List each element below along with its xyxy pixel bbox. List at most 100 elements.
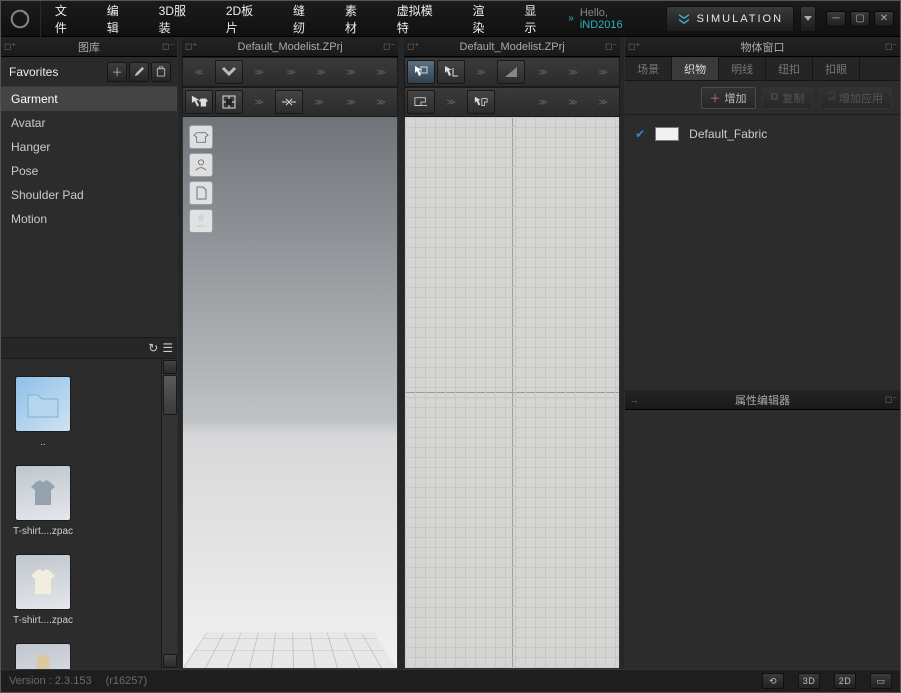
library-popout-icon[interactable]: ◻⁺ <box>1 41 19 52</box>
thumb-folder-up[interactable]: .. <box>11 377 75 448</box>
category-motion[interactable]: Motion <box>1 207 177 231</box>
view-2d-popout-icon[interactable]: ◻⁺ <box>404 41 422 52</box>
view-3d-close-icon[interactable]: ◻⁻ <box>380 41 398 52</box>
thumb-scrollbar[interactable] <box>161 359 177 669</box>
sewing-machine-button[interactable] <box>407 90 435 114</box>
add-category-button[interactable]: ＋ <box>107 62 127 82</box>
view-3d-popout-icon[interactable]: ◻⁺ <box>182 41 200 52</box>
minimize-button[interactable]: ─ <box>826 11 846 27</box>
toolbar-next-icon[interactable]: ≫ <box>367 90 395 114</box>
toolbar-next-icon[interactable]: ≫ <box>337 60 365 84</box>
toolbar-next-icon[interactable]: ≫ <box>559 90 587 114</box>
toggle-texture-button[interactable] <box>189 181 213 205</box>
object-action-row: ＋增加 ⧉复制 ⍈增加应用 <box>625 81 900 115</box>
menu-material[interactable]: 素材 <box>331 1 383 36</box>
object-panel-close-icon[interactable]: ◻⁻ <box>882 41 900 52</box>
thumb-pants[interactable]: basic_....zpac <box>11 644 75 669</box>
property-popout-icon[interactable]: → <box>625 395 643 405</box>
tab-button[interactable]: 纽扣 <box>766 57 813 80</box>
copy-button[interactable]: ⧉复制 <box>762 87 814 109</box>
tab-fabric[interactable]: 织物 <box>672 57 719 80</box>
scroll-down-icon[interactable] <box>163 654 177 668</box>
object-panel-header: ◻⁺ 物体窗口 ◻⁻ <box>625 37 900 57</box>
fabric-swatch[interactable] <box>655 127 679 141</box>
toolbar-next-icon[interactable]: ≫ <box>245 60 273 84</box>
toolbar-next-icon[interactable]: ≫ <box>305 90 333 114</box>
delete-category-button[interactable] <box>151 62 171 82</box>
viewport-3d[interactable] <box>182 117 398 669</box>
object-panel-popout-icon[interactable]: ◻⁺ <box>625 41 643 52</box>
close-button[interactable]: ✕ <box>874 11 894 27</box>
category-garment[interactable]: Garment <box>1 87 177 111</box>
category-hanger[interactable]: Hanger <box>1 135 177 159</box>
toolbar-next-icon[interactable]: ≫ <box>337 90 365 114</box>
cursor-l-icon <box>443 64 459 80</box>
menu-3d-garment[interactable]: 3D服装 <box>145 1 212 36</box>
category-pose[interactable]: Pose <box>1 159 177 183</box>
menu-avatar[interactable]: 虚拟模特 <box>383 1 459 36</box>
check-icon[interactable]: ✔ <box>635 127 645 141</box>
monitor-button[interactable]: ▭ <box>870 673 892 689</box>
toggle-ghost-button[interactable] <box>189 209 213 233</box>
toggle-garment-button[interactable] <box>189 125 213 149</box>
toolbar-next-icon[interactable]: ≫ <box>277 60 305 84</box>
maximize-button[interactable]: ▢ <box>850 11 870 27</box>
edit-pattern-button[interactable] <box>407 60 435 84</box>
sync-button[interactable]: ⟲ <box>762 673 784 689</box>
tab-scene[interactable]: 场景 <box>625 57 672 80</box>
mode-2d-button[interactable]: 2D <box>834 673 856 689</box>
menu-edit[interactable]: 编辑 <box>93 1 145 36</box>
toolbar-next-icon[interactable]: ≫ <box>529 60 557 84</box>
simulation-button[interactable]: SIMULATION <box>666 6 794 32</box>
thumbnail-scroll[interactable]: .. T-shirt....zpac T-shirt....zpac <box>1 359 161 669</box>
mode-3d-button[interactable]: 3D <box>798 673 820 689</box>
toolbar-next-icon[interactable]: ≫ <box>529 90 557 114</box>
list-view-button[interactable]: ☰ <box>162 341 173 355</box>
thumb-tshirt-1[interactable]: T-shirt....zpac <box>11 466 75 537</box>
menu-sewing[interactable]: 缝纫 <box>279 1 331 36</box>
object-panel-title: 物体窗口 <box>643 39 882 55</box>
library-close-icon[interactable]: ◻⁻ <box>159 41 177 52</box>
toolbar-next-icon[interactable]: ≫ <box>307 60 335 84</box>
toggle-avatar-button[interactable] <box>189 153 213 177</box>
simulation-dropdown[interactable] <box>800 6 816 32</box>
toolbar-next-icon[interactable]: ≫ <box>589 60 617 84</box>
apply-label: 增加应用 <box>839 90 883 106</box>
simulate-down-button[interactable] <box>215 60 243 84</box>
scroll-handle[interactable] <box>163 375 177 415</box>
refresh-button[interactable]: ↻ <box>148 341 158 355</box>
toolbar-next-icon[interactable]: ≫ <box>559 60 587 84</box>
toolbar-next-icon[interactable]: ≫ <box>245 90 273 114</box>
edit-category-button[interactable] <box>129 62 149 82</box>
add-button[interactable]: ＋增加 <box>701 87 756 109</box>
toolbar-next-icon[interactable]: ≫ <box>437 90 465 114</box>
slope-tool-button[interactable] <box>497 60 525 84</box>
menu-render[interactable]: 渲染 <box>459 1 511 36</box>
property-close-icon[interactable]: ◻⁻ <box>882 394 900 405</box>
object-tabs: 场景 织物 明线 纽扣 扣眼 <box>625 57 900 81</box>
greeting-prefix: Hello, <box>580 7 608 19</box>
select-mesh-button[interactable] <box>215 90 243 114</box>
toolbar-prev-icon[interactable]: ≪ <box>185 60 213 84</box>
viewport-2d[interactable] <box>404 117 620 669</box>
menu-display[interactable]: 显示 <box>510 1 562 36</box>
menu-2d-pattern[interactable]: 2D板片 <box>212 1 279 36</box>
tab-buttonhole[interactable]: 扣眼 <box>813 57 860 80</box>
select-arrow-button[interactable] <box>185 90 213 114</box>
scroll-up-icon[interactable] <box>163 360 177 374</box>
category-avatar[interactable]: Avatar <box>1 111 177 135</box>
toolbar-next-icon[interactable]: ≫ <box>589 90 617 114</box>
category-shoulder-pad[interactable]: Shoulder Pad <box>1 183 177 207</box>
list-item[interactable]: ✔ Default_Fabric <box>635 123 890 145</box>
toolbar-next-icon[interactable]: ≫ <box>467 60 495 84</box>
transform-pattern-button[interactable] <box>437 60 465 84</box>
tab-topstitch[interactable]: 明线 <box>719 57 766 80</box>
toolbar-next-icon[interactable]: ≫ <box>367 60 395 84</box>
apply-button[interactable]: ⍈增加应用 <box>819 87 892 109</box>
sewing-cursor-button[interactable] <box>467 90 495 114</box>
menu-more-icon[interactable]: » <box>562 1 580 36</box>
inward-arrows-button[interactable] <box>275 90 303 114</box>
thumb-tshirt-2[interactable]: T-shirt....zpac <box>11 555 75 626</box>
view-2d-close-icon[interactable]: ◻⁻ <box>602 41 620 52</box>
menu-file[interactable]: 文件 <box>41 1 93 36</box>
